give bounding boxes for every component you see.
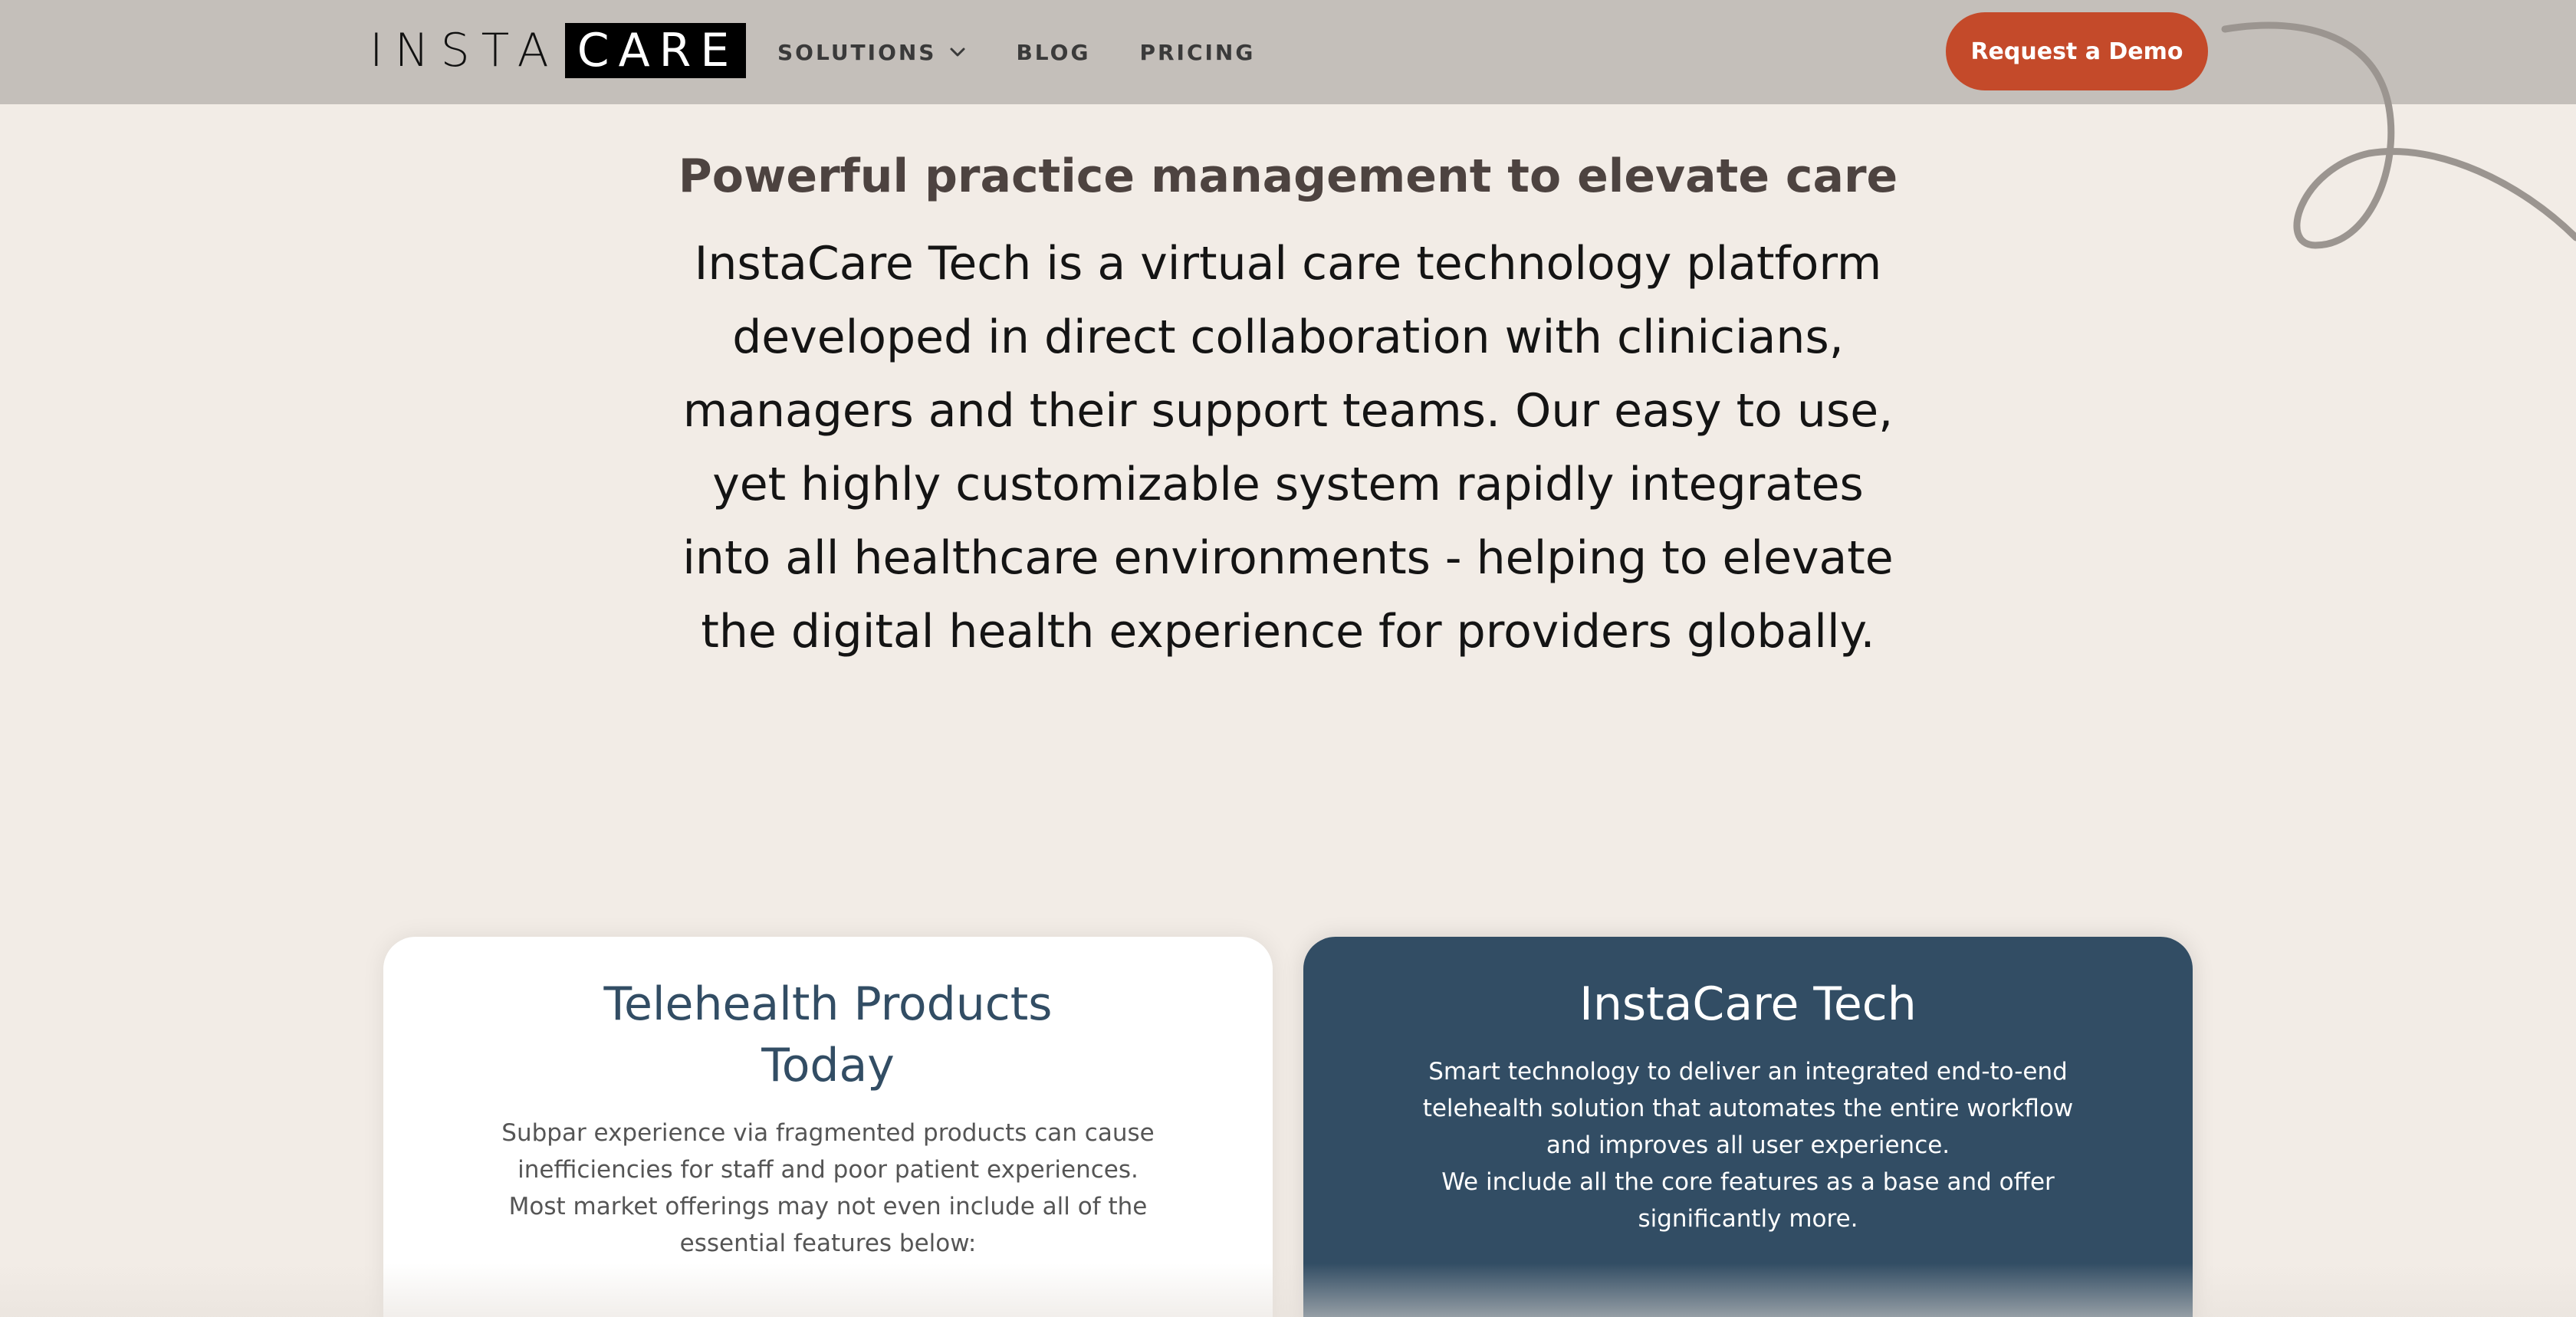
section-subtitle: Powerful practice management to elevate … xyxy=(678,149,1898,203)
card-instacare-tech: InstaCare Tech Smart technology to deliv… xyxy=(1303,937,2193,1317)
card-description-line-2: We include all the core features as a ba… xyxy=(1441,1168,2055,1233)
nav-item-pricing-label: PRICING xyxy=(1139,39,1256,65)
request-demo-button[interactable]: Request a Demo xyxy=(1946,12,2208,90)
nav-item-solutions-label: SOLUTIONS xyxy=(777,39,937,65)
nav-item-blog-label: BLOG xyxy=(1016,39,1091,65)
nav-item-solutions[interactable]: SOLUTIONS xyxy=(777,40,967,65)
card-description: Smart technology to deliver an integrate… xyxy=(1411,1053,2085,1237)
main-nav: SOLUTIONS BLOG PRICING xyxy=(777,37,1255,67)
card-title: Telehealth Products Today xyxy=(603,977,1053,1092)
nav-item-blog[interactable]: BLOG xyxy=(1016,40,1090,65)
site-header: INSTA CARE SOLUTIONS BLOG PRICING Reques… xyxy=(0,0,2576,104)
logo-text-care: CARE xyxy=(564,23,747,78)
instacare-logo[interactable]: INSTA CARE xyxy=(370,23,747,78)
intro-paragraph: InstaCare Tech is a virtual care technol… xyxy=(682,237,1894,658)
card-description: Subpar experience via fragmented product… xyxy=(501,1119,1155,1257)
chevron-down-icon xyxy=(950,48,965,57)
page: INSTA CARE SOLUTIONS BLOG PRICING Reques… xyxy=(0,0,2576,1317)
card-title: InstaCare Tech xyxy=(1579,977,1917,1031)
nav-item-pricing[interactable]: PRICING xyxy=(1139,40,1255,65)
card-telehealth-products: Telehealth Products Today Subpar experie… xyxy=(383,937,1273,1317)
decorative-squiggle xyxy=(2221,21,2576,249)
card-description-line-1: Smart technology to deliver an integrate… xyxy=(1422,1058,2074,1159)
logo-text-insta: INSTA xyxy=(370,24,560,77)
